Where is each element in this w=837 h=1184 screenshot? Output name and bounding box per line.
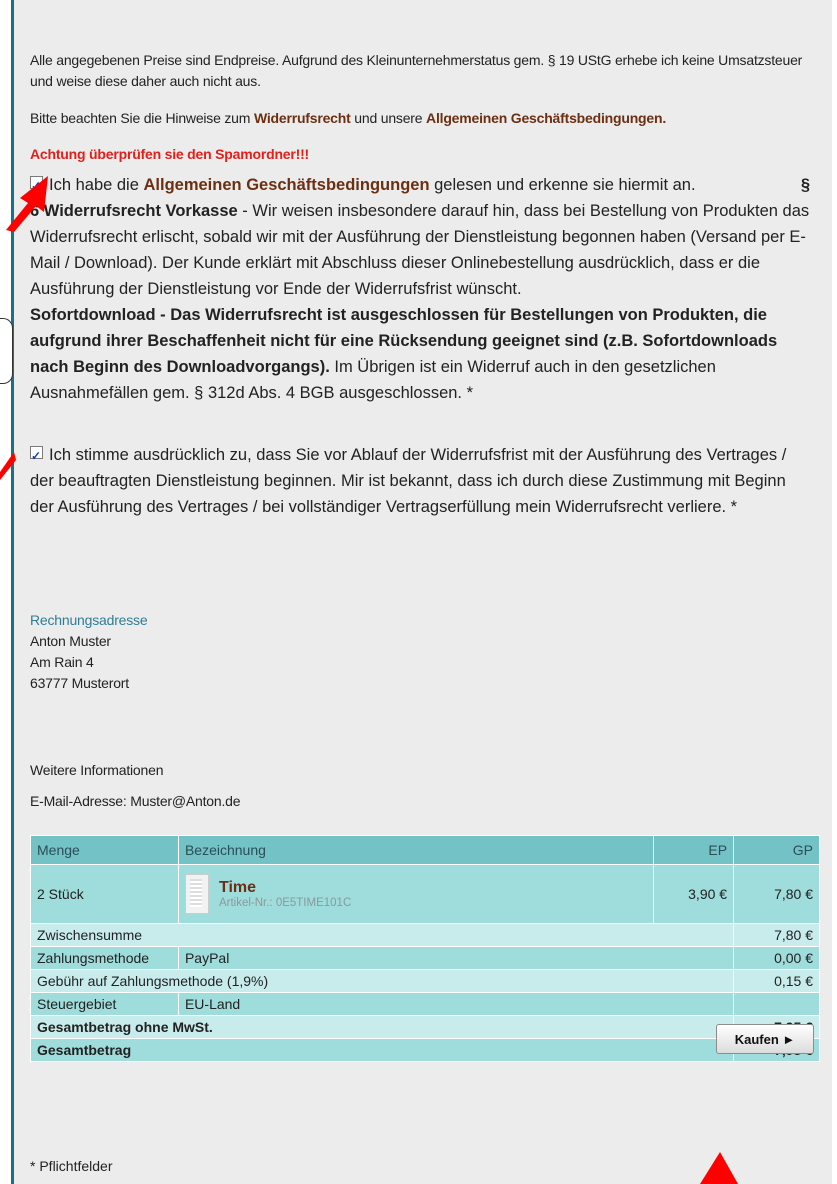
email-value: Muster@Anton.de (130, 793, 241, 809)
terms-link[interactable]: Allgemeinen Geschäftsbedingungen. (426, 110, 666, 126)
tax-value (733, 992, 820, 1016)
product-thumbnail[interactable] (184, 874, 209, 914)
terms-text-post: gelesen und erkenne sie hiermit an. (429, 176, 696, 194)
fee-value: 0,15 € (733, 969, 820, 993)
item-desc: Time Artikel-Nr.: 0E5TIME101C (177, 864, 655, 924)
table-row-fee: Gebühr auf Zahlungsmethode (1,9%) 0,15 € (29, 969, 820, 993)
table-row-subtotal: Zwischensumme 7,80 € (29, 923, 820, 947)
price-notice-text: Alle angegebenen Preise sind Endpreise. … (30, 52, 803, 89)
withdrawal-link[interactable]: Widerrufsrecht (254, 110, 351, 126)
price-notice: Alle angegebenen Preise sind Endpreise. … (30, 50, 810, 92)
order-table: Menge Bezeichnung EP GP 2 Stück Time Arti… (29, 835, 820, 1062)
annotation-callout (0, 318, 13, 384)
table-row-total: Gesamtbetrag 7,95 € (29, 1038, 820, 1062)
terms-checkbox[interactable] (30, 173, 43, 199)
item-gp: 7,80 € (733, 864, 820, 924)
payment-method: PayPal (177, 946, 735, 970)
hint-line: Bitte beachten Sie die Hinweise zum Wide… (30, 108, 666, 129)
item-qty: 2 Stück (30, 864, 179, 924)
header-qty: Menge (30, 835, 179, 865)
subtotal-value: 7,80 € (733, 923, 820, 947)
hint-text: Bitte beachten Sie die Hinweise zum (30, 110, 254, 126)
buy-button[interactable]: Kaufen ► (716, 1024, 814, 1054)
billing-city: 63777 Musterort (30, 675, 129, 691)
tax-region: EU-Land (177, 992, 735, 1016)
consent-section: Ich stimme ausdrücklich zu, dass Sie vor… (30, 442, 814, 520)
header-ep: EP (653, 835, 735, 865)
left-frame-border (0, 0, 14, 1184)
hint-text-mid: und unsere (350, 110, 427, 126)
product-name[interactable]: Time (219, 879, 351, 897)
consent-text: Ich stimme ausdrücklich zu, dass Sie vor… (30, 446, 787, 516)
tax-label: Steuergebiet (30, 992, 179, 1016)
billing-address-heading: Rechnungsadresse (30, 612, 148, 628)
article-number: Artikel-Nr.: 0E5TIME101C (218, 897, 352, 909)
header-desc: Bezeichnung (177, 835, 655, 865)
withdrawal-title: 6 Widerrufsrecht Vorkasse (30, 202, 238, 220)
billing-name: Anton Muster (30, 633, 111, 649)
right-frame-border (832, 0, 837, 1184)
fee-label: Gebühr auf Zahlungsmethode (1,9%) (29, 969, 735, 993)
email-label: E-Mail-Adresse: (30, 793, 131, 809)
table-header-row: Menge Bezeichnung EP GP (30, 835, 820, 865)
payment-label: Zahlungsmethode (30, 946, 179, 970)
terms-text: Ich habe die (49, 176, 144, 194)
subtotal-label: Zwischensumme (29, 923, 735, 947)
terms-section: § Ich habe die Allgemeinen Geschäftsbedi… (30, 172, 814, 406)
payment-value: 0,00 € (733, 946, 820, 970)
spam-warning: Achtung überprüfen sie den Spamordner!!! (30, 146, 310, 162)
paragraph-mark: § (800, 176, 810, 194)
terms-checkbox-link[interactable]: Allgemeinen Geschäftsbedingungen (144, 176, 430, 194)
more-info-heading: Weitere Informationen (30, 762, 164, 778)
annotation-arrow-icon (700, 1152, 738, 1184)
more-info: Weitere Informationen E-Mail-Adresse: Mu… (30, 760, 241, 812)
item-ep: 3,90 € (653, 864, 735, 924)
table-row-net: Gesamtbetrag ohne MwSt. 7,95 € (29, 1015, 820, 1039)
table-row-item: 2 Stück Time Artikel-Nr.: 0E5TIME101C 3,9… (30, 864, 820, 924)
table-row-payment: Zahlungsmethode PayPal 0,00 € (30, 946, 820, 970)
net-label: Gesamtbetrag ohne MwSt. (29, 1015, 735, 1039)
billing-street: Am Rain 4 (30, 654, 94, 670)
required-note: * Pflichtfelder (30, 1158, 113, 1174)
table-row-tax: Steuergebiet EU-Land (30, 992, 820, 1016)
total-label: Gesamtbetrag (29, 1038, 735, 1062)
billing-address: Rechnungsadresse Anton Muster Am Rain 4 … (30, 610, 148, 694)
header-gp: GP (733, 835, 820, 865)
consent-checkbox[interactable] (30, 443, 43, 469)
